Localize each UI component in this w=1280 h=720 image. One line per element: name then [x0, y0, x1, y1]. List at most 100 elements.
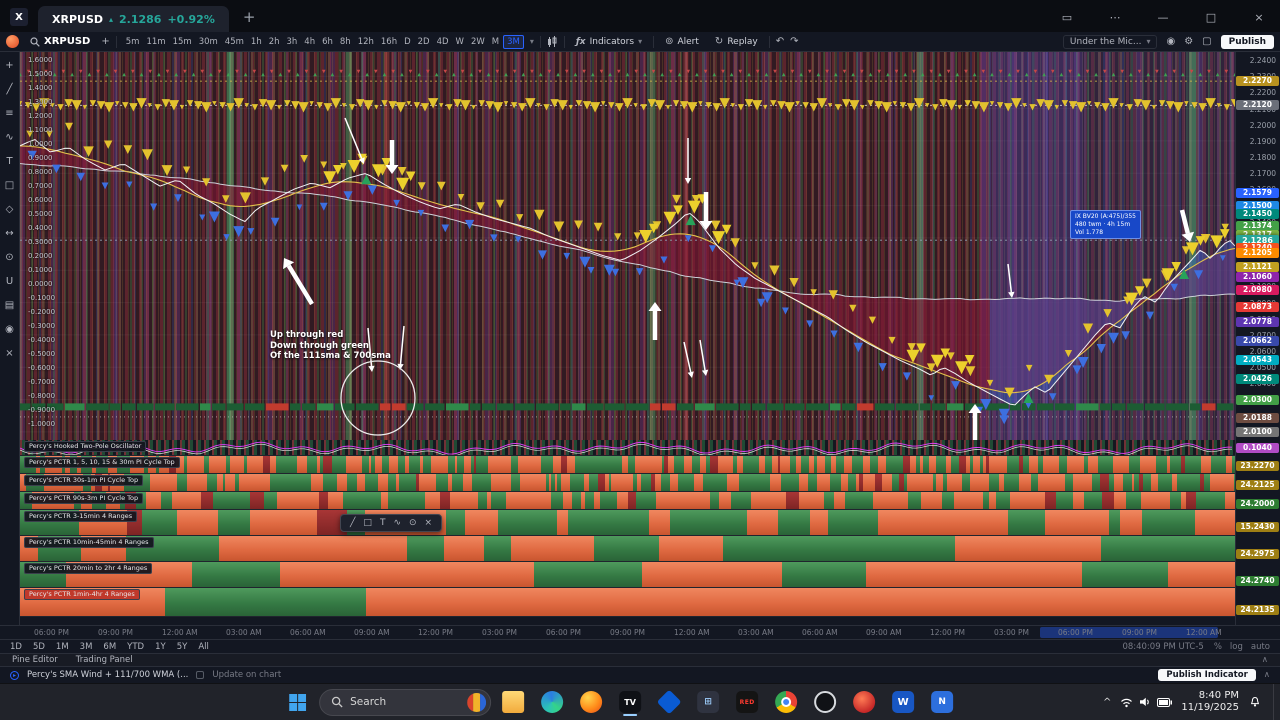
forecast-tool[interactable]: ↔: [2, 225, 18, 241]
indicator-panel-4[interactable]: Percy's PCTR 90s-3m PI Cycle Top: [20, 492, 1235, 510]
panel-label[interactable]: Percy's PCTR 1, 5, 10, 15 & 30m PI Cycle…: [24, 457, 180, 468]
range-3m[interactable]: 3M: [80, 642, 93, 652]
word-icon[interactable]: W: [886, 687, 920, 717]
publish-button[interactable]: Publish: [1220, 34, 1274, 49]
timeframe-W[interactable]: W: [453, 36, 467, 48]
close-button[interactable]: ×: [1246, 11, 1272, 24]
red-app-icon[interactable]: RED: [730, 687, 764, 717]
compare-icon[interactable]: +: [101, 36, 109, 47]
fib-retracement-tool[interactable]: ≡: [2, 105, 18, 121]
indicator-panel-7[interactable]: Percy's PCTR 20min to 2hr 4 Ranges: [20, 562, 1235, 588]
pattern-tool[interactable]: ◇: [2, 201, 18, 217]
undo-icon[interactable]: ↶: [776, 36, 784, 47]
brush-tool[interactable]: ∿: [2, 129, 18, 145]
timeframe-2W[interactable]: 2W: [468, 36, 488, 48]
timeframe-D[interactable]: D: [401, 36, 414, 48]
crosshair-tool[interactable]: +: [2, 57, 18, 73]
range-all[interactable]: All: [198, 642, 209, 652]
update-on-chart-checkbox[interactable]: [196, 671, 205, 679]
indicator-panel-6[interactable]: Percy's PCTR 10min-45min 4 Ranges: [20, 536, 1235, 562]
monitor-icon[interactable]: ▭: [1054, 11, 1080, 24]
timeframe-16h[interactable]: 16h: [378, 36, 400, 48]
range-5d[interactable]: 5D: [33, 642, 45, 652]
panel-label[interactable]: Percy's PCTR 20min to 2hr 4 Ranges: [24, 563, 153, 574]
start-button[interactable]: [280, 687, 314, 717]
notifications-icon[interactable]: [1248, 696, 1262, 708]
range-1d[interactable]: 1D: [10, 642, 22, 652]
timeframe-dropdown-icon[interactable]: ▾: [530, 37, 534, 46]
panel-label[interactable]: Percy's PCTR 3-15min 4 Ranges: [24, 511, 138, 522]
timeframe-M[interactable]: M: [489, 36, 502, 48]
more-menu-icon[interactable]: ⋯: [1102, 11, 1128, 24]
indicator-panel-8[interactable]: Percy's PCTR 1min-4hr 4 Ranges: [20, 588, 1235, 617]
axis-option-auto[interactable]: auto: [1251, 642, 1270, 652]
range-5y[interactable]: 5Y: [177, 642, 188, 652]
timeframe-8h[interactable]: 8h: [337, 36, 354, 48]
firefox-icon[interactable]: [574, 687, 608, 717]
script-name[interactable]: Percy's SMA Wind + 111/700 WMA (...: [27, 670, 188, 680]
remove-drawings-tool[interactable]: ×: [2, 345, 18, 361]
user-avatar[interactable]: [6, 35, 19, 48]
window-tab[interactable]: XRPUSD ▴ 2.1286 +0.92%: [38, 6, 229, 32]
alert-button[interactable]: ⊚ Alert: [660, 35, 704, 48]
indicators-button[interactable]: ƒx Indicators ▾: [571, 36, 647, 48]
replay-button[interactable]: ↻ Replay: [710, 35, 763, 48]
timeframe-3h[interactable]: 3h: [284, 36, 301, 48]
tab-pine-editor[interactable]: Pine Editor: [12, 655, 58, 665]
indicator-panel-2[interactable]: Percy's PCTR 1, 5, 10, 15 & 30m PI Cycle…: [20, 456, 1235, 474]
timeframe-2D[interactable]: 2D: [415, 36, 433, 48]
panel-collapse-icon[interactable]: ∧: [1262, 655, 1268, 665]
timeframe-15m[interactable]: 15m: [170, 36, 195, 48]
draw-rect-icon[interactable]: □: [363, 518, 372, 528]
timeframe-11m[interactable]: 11m: [143, 36, 168, 48]
zoom-tool[interactable]: ⊙: [2, 249, 18, 265]
lock-tool[interactable]: ▤: [2, 297, 18, 313]
edge-icon[interactable]: [535, 687, 569, 717]
publish-indicator-button[interactable]: Publish Indicator: [1158, 669, 1256, 681]
timeframe-2h[interactable]: 2h: [266, 36, 283, 48]
time-axis[interactable]: 06:00 PM 09:00 PM 12:00 AM 03:00 AM 06:00 AM…: [0, 625, 1280, 639]
maximize-button[interactable]: □: [1198, 11, 1224, 24]
mail-icon[interactable]: N: [925, 687, 959, 717]
minimize-button[interactable]: —: [1150, 11, 1176, 24]
screenshot-icon[interactable]: ◉: [1166, 36, 1175, 47]
draw-wave-icon[interactable]: ∿: [393, 518, 401, 528]
file-explorer-icon[interactable]: [496, 687, 530, 717]
axis-option-pct[interactable]: %: [1214, 642, 1222, 652]
timeframe-45m[interactable]: 45m: [222, 36, 247, 48]
chart-type-icon[interactable]: [547, 35, 558, 48]
timeframe-4D[interactable]: 4D: [434, 36, 452, 48]
panel-label[interactable]: Percy's PCTR 10min-45min 4 Ranges: [24, 537, 154, 548]
draw-line-icon[interactable]: ╱: [350, 518, 355, 528]
settings-gear-icon[interactable]: ⚙: [1184, 36, 1193, 47]
price-scale[interactable]: 2.24002.23002.22002.21002.20002.19002.18…: [1235, 52, 1280, 625]
show-desktop-button[interactable]: [1273, 684, 1276, 720]
obs-icon[interactable]: [808, 687, 842, 717]
range-ytd[interactable]: YTD: [127, 642, 144, 652]
fullscreen-icon[interactable]: ▢: [1202, 36, 1211, 47]
trend-line-tool[interactable]: ╱: [2, 81, 18, 97]
tray-chevron-icon[interactable]: ^: [1103, 697, 1111, 708]
panel-label[interactable]: Percy's PCTR 90s-3m PI Cycle Top: [24, 493, 144, 504]
tray-status-icons[interactable]: [1120, 697, 1173, 708]
drawboard-icon[interactable]: [652, 687, 686, 717]
indicator-panel-5[interactable]: Percy's PCTR 3-15min 4 Ranges: [20, 510, 1235, 536]
panel-label[interactable]: Percy's PCTR 30s-1m PI Cycle Top: [24, 475, 144, 486]
redo-icon[interactable]: ↷: [790, 36, 798, 47]
timeframe-12h[interactable]: 12h: [355, 36, 377, 48]
symbol-search-button[interactable]: XRPUSD: [25, 35, 95, 48]
calculator-icon[interactable]: ⊞: [691, 687, 725, 717]
range-6m[interactable]: 6M: [103, 642, 116, 652]
panel-label[interactable]: Percy's PCTR 1min-4hr 4 Ranges: [24, 589, 140, 600]
text-tool[interactable]: T: [2, 153, 18, 169]
timeframe-30m[interactable]: 30m: [196, 36, 221, 48]
draw-text-icon[interactable]: T: [380, 518, 386, 528]
app-logo-icon[interactable]: X: [10, 8, 28, 26]
script-collapse-icon[interactable]: ∧: [1264, 670, 1270, 680]
range-1m[interactable]: 1M: [56, 642, 69, 652]
new-tab-button[interactable]: +: [243, 8, 256, 26]
panel-label[interactable]: Percy's Hooked Two-Pole Oscillator: [24, 441, 147, 452]
tradingview-icon[interactable]: TV: [613, 687, 647, 717]
magnet-tool[interactable]: U: [2, 273, 18, 289]
tab-trading-panel[interactable]: Trading Panel: [76, 655, 133, 665]
